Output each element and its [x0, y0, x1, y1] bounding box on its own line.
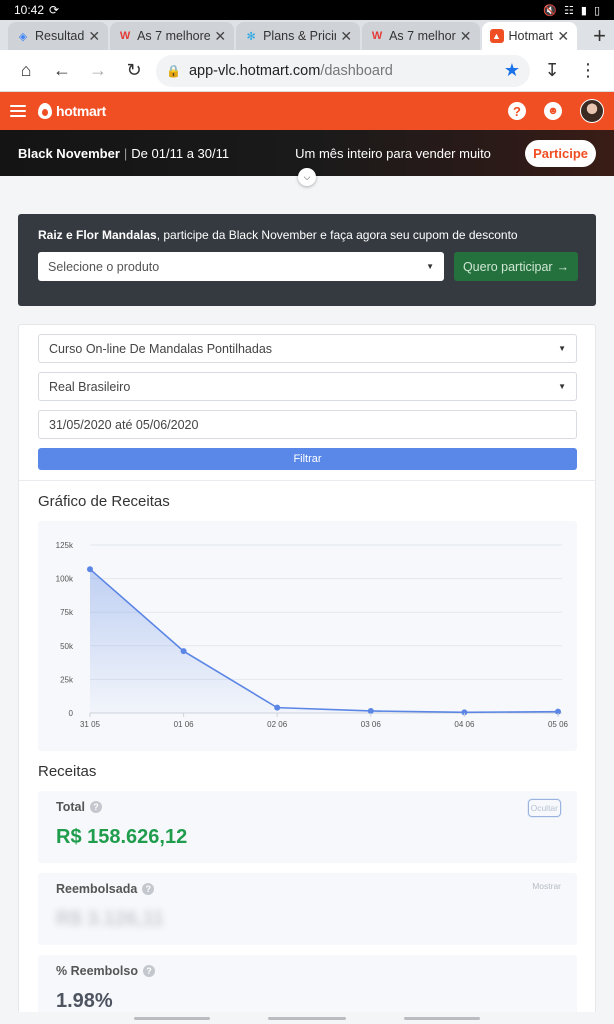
promo-box: Raiz e Flor Mandalas, participe da Black…	[18, 214, 596, 306]
close-icon[interactable]: ✕	[214, 28, 226, 45]
y-tick-label: 125k	[56, 541, 74, 550]
download-icon[interactable]: ↧	[534, 55, 570, 87]
battery-icon: ▯	[593, 4, 600, 17]
forward-icon[interactable]: →	[80, 55, 116, 87]
reload-icon[interactable]: ↻	[116, 55, 152, 87]
caret-down-icon: ▼	[426, 262, 434, 271]
address-bar[interactable]: 🔒 app-vlc.hotmart.com/dashboard ★	[156, 54, 530, 87]
divider	[19, 480, 595, 481]
filters: Curso On-line De Mandalas Pontilhadas ▼ …	[19, 325, 595, 470]
revenue-chart: 0 25k 50k 75k 100k 125k 31 05 01 06 02 06 03 06 04…	[38, 521, 577, 751]
hotmart-flame-icon: ▲	[489, 29, 504, 43]
currency-select[interactable]: Real Brasileiro ▼	[38, 372, 577, 401]
product-select[interactable]: Selecione o produto ▼	[38, 252, 444, 281]
show-button[interactable]: Mostrar	[532, 881, 561, 891]
community-icon[interactable]: ☻	[544, 102, 562, 120]
clock: 10:42	[14, 3, 45, 17]
tab-title: Resultad	[35, 29, 85, 43]
avatar[interactable]	[580, 99, 604, 123]
gesture-bar	[0, 1012, 614, 1024]
dashboard-content: Raiz e Flor Mandalas, participe da Black…	[18, 214, 596, 1024]
filter-button[interactable]: Filtrar	[38, 448, 577, 470]
report-panel: Curso On-line De Mandalas Pontilhadas ▼ …	[18, 324, 596, 1024]
banner-tagline: Um mês inteiro para vender muito	[295, 145, 491, 161]
help-icon[interactable]: ?	[508, 102, 526, 120]
y-tick-label: 0	[69, 709, 74, 718]
home-icon[interactable]: ⌂	[8, 55, 44, 87]
browser-tab-3[interactable]: W As 7 melhor ✕	[362, 22, 480, 50]
date-range-input[interactable]: 31/05/2020 até 05/06/2020	[38, 410, 577, 439]
total-card: Total? Ocultar R$ 158.626,12	[38, 791, 577, 863]
data-point	[180, 648, 187, 655]
caret-down-icon: ▼	[558, 382, 566, 391]
status-bar: 10:42 ⟳ 🔇 ☷ ▮ ▯	[0, 0, 614, 20]
close-icon[interactable]: ✕	[460, 28, 472, 45]
help-icon[interactable]: ?	[142, 965, 155, 977]
w-logo-icon: W	[119, 30, 131, 42]
w-logo-icon: W	[371, 30, 383, 42]
google-icon: ◈	[18, 30, 28, 43]
caret-down-icon: ▼	[558, 344, 566, 353]
close-icon[interactable]: ✕	[557, 28, 569, 45]
chart-title: Gráfico de Receitas	[38, 493, 170, 510]
chevron-down-icon[interactable]: ⌵	[298, 168, 316, 186]
x-tick-label: 31 05	[80, 720, 101, 729]
hotmart-logo[interactable]: hotmart	[38, 103, 106, 119]
browser-tab-1[interactable]: W As 7 melhores ✕	[110, 22, 235, 50]
y-tick-label: 75k	[60, 608, 74, 617]
menu-icon[interactable]: ⋮	[570, 55, 606, 87]
lock-icon: 🔒	[166, 63, 181, 78]
data-point	[274, 704, 281, 711]
hamburger-icon[interactable]	[10, 105, 26, 117]
sync-icon: ⟳	[49, 3, 60, 17]
browser-toolbar: ⌂ ← → ↻ 🔒 app-vlc.hotmart.com/dashboard …	[0, 50, 614, 92]
y-tick-label: 100k	[56, 575, 74, 584]
y-tick-label: 25k	[60, 675, 74, 684]
help-icon[interactable]: ?	[89, 801, 102, 813]
tab-title: Hotmart	[508, 29, 553, 43]
browser-tab-2[interactable]: ✻ Plans & Pricing ✕	[236, 22, 361, 50]
participe-button[interactable]: Participe	[525, 139, 596, 167]
revenue-section-title: Receitas	[38, 763, 97, 780]
browser-tab-4[interactable]: ▲ Hotmart ✕	[481, 22, 578, 50]
arrow-right-icon: →	[556, 259, 570, 274]
y-tick-label: 50k	[60, 642, 74, 651]
tab-title: As 7 melhores	[137, 29, 211, 43]
close-icon[interactable]: ✕	[88, 28, 100, 45]
data-point	[87, 566, 93, 573]
new-tab-button[interactable]: +	[585, 22, 614, 50]
refund-pct-value: 1.98%	[56, 990, 113, 1012]
flame-icon	[38, 103, 52, 119]
x-tick-label: 02 06	[267, 720, 288, 729]
mute-icon: 🔇	[543, 4, 557, 17]
tab-strip: ◈ Resultad ✕ W As 7 melhores ✕ ✻ Plans &…	[0, 20, 614, 50]
quero-participar-button[interactable]: Quero participar →	[454, 252, 578, 281]
chart-svg: 0 25k 50k 75k 100k 125k 31 05 01 06 02 06 03 06 04…	[56, 541, 569, 729]
banner-dates: De 01/11 a 30/11	[131, 145, 230, 161]
refunded-card: Reembolsada? Mostrar R$ 3.126,11	[38, 873, 577, 945]
gear-logo-icon: ✻	[246, 30, 256, 43]
star-icon[interactable]: ★	[504, 60, 520, 81]
refunded-value: R$ 3.126,11	[56, 908, 164, 930]
hide-button[interactable]: Ocultar	[527, 799, 561, 817]
wifi-icon: ☷	[564, 4, 574, 17]
banner-title: Black November	[18, 145, 120, 161]
close-icon[interactable]: ✕	[340, 28, 352, 45]
promo-text: Raiz e Flor Mandalas, participe da Black…	[38, 228, 518, 242]
tab-title: As 7 melhor	[389, 29, 456, 43]
url-text: app-vlc.hotmart.com/dashboard	[188, 62, 393, 79]
help-icon[interactable]: ?	[142, 883, 155, 895]
total-value: R$ 158.626,12	[56, 826, 188, 848]
signal-icon: ▮	[580, 4, 587, 17]
course-select[interactable]: Curso On-line De Mandalas Pontilhadas ▼	[38, 334, 577, 363]
x-tick-label: 05 06	[548, 720, 569, 729]
app-header: hotmart ? ☻	[0, 92, 614, 130]
tab-title: Plans & Pricing	[263, 29, 336, 43]
browser-tab-0[interactable]: ◈ Resultad ✕	[8, 22, 109, 50]
x-tick-label: 03 06	[361, 720, 382, 729]
back-icon[interactable]: ←	[44, 55, 80, 87]
series-area	[90, 569, 558, 713]
x-tick-label: 01 06	[174, 720, 195, 729]
x-tick-label: 04 06	[454, 720, 475, 729]
